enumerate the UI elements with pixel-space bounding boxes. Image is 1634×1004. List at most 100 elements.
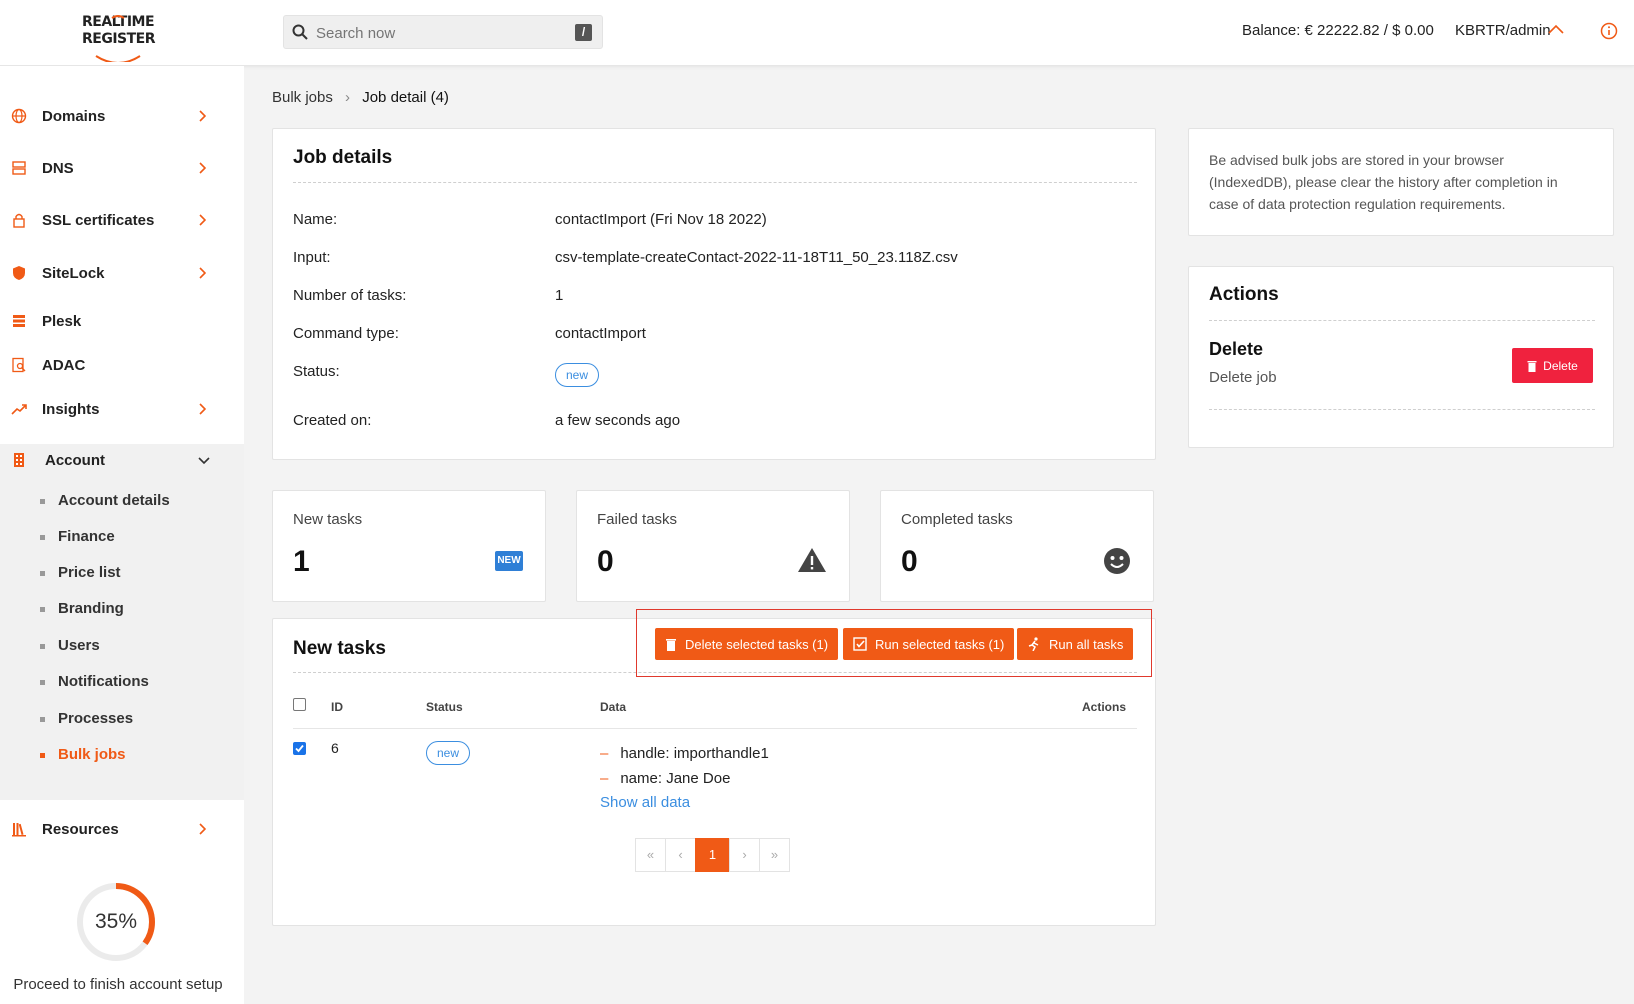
chevron-right-icon: [199, 403, 206, 415]
stat-card-failed-tasks: Failed tasks 0: [576, 490, 850, 602]
sidebar-item-label: Plesk: [42, 313, 82, 330]
run-all-tasks-button[interactable]: Run all tasks: [1017, 628, 1134, 660]
sidebar-subitem-label: Processes: [58, 710, 134, 727]
stat-value: 0: [901, 545, 918, 578]
bullet-icon: [40, 535, 45, 540]
sidebar-item-label: Resources: [42, 821, 119, 838]
run-selected-tasks-button[interactable]: Run selected tasks (1): [843, 628, 1015, 660]
sidebar-item-label: Domains: [42, 108, 106, 125]
bullet-icon: [40, 607, 45, 612]
sidebar-item-dns[interactable]: DNS: [0, 149, 244, 189]
storage-notice-card: Be advised bulk jobs are stored in your …: [1188, 128, 1614, 236]
detail-label: Command type:: [293, 325, 399, 342]
sidebar-item-domains[interactable]: Domains: [0, 97, 244, 137]
sidebar-item-sitelock[interactable]: SiteLock: [0, 254, 244, 294]
sidebar-item-label: SSL certificates: [42, 212, 155, 229]
check-icon: [295, 744, 304, 753]
account-balance: Balance: € 22222.82 / $ 0.00: [1242, 22, 1434, 39]
detail-label: Input:: [293, 249, 331, 266]
sidebar-subitem-label: Users: [58, 637, 100, 654]
setup-prompt[interactable]: Proceed to finish account setup: [0, 976, 236, 993]
trash-icon: [1527, 360, 1537, 372]
new-tasks-title: New tasks: [293, 638, 386, 659]
column-header-data[interactable]: Data: [600, 700, 626, 714]
sidebar-item-resources[interactable]: Resources: [0, 810, 244, 850]
pagination-last[interactable]: »: [759, 838, 790, 872]
chevron-right-icon: [199, 823, 206, 835]
progress-percent: 35%: [94, 910, 138, 933]
pagination-next[interactable]: ›: [729, 838, 760, 872]
chevron-right-icon: [199, 162, 206, 174]
delete-description: Delete job: [1209, 369, 1277, 386]
task-data-text: handle: importhandle1: [620, 745, 769, 762]
breadcrumb-current: Job detail (4): [362, 89, 449, 106]
pagination-prev[interactable]: ‹: [665, 838, 696, 872]
column-header-status[interactable]: Status: [426, 700, 463, 714]
sidebar-subitem-label: Finance: [58, 528, 115, 545]
pagination-page[interactable]: 1: [695, 838, 730, 872]
button-label: Run selected tasks (1): [875, 636, 1005, 652]
realtime-register-logo[interactable]: REALTIME REGISTER: [82, 14, 156, 62]
sidebar-subitem-label: Price list: [58, 564, 121, 581]
chevron-right-icon: [199, 214, 206, 226]
column-header-actions: Actions: [1082, 700, 1127, 714]
new-badge-icon: NEW: [495, 551, 523, 571]
search-box[interactable]: /: [283, 15, 603, 49]
task-data-text: name: Jane Doe: [620, 770, 731, 787]
sidebar: Domains DNS SSL certificates SiteLock Pl: [0, 66, 244, 1004]
bullet-icon: [40, 680, 45, 685]
bullet-icon: [40, 571, 45, 576]
delete-selected-tasks-button[interactable]: Delete selected tasks (1): [655, 628, 839, 660]
search-input[interactable]: [316, 22, 556, 44]
dash-icon: –: [600, 770, 609, 787]
sidebar-item-ssl-certificates[interactable]: SSL certificates: [0, 201, 244, 241]
sidebar-item-account[interactable]: Account: [0, 441, 244, 481]
books-icon: [12, 823, 26, 837]
sidebar-subitem-label: Branding: [58, 600, 124, 617]
pagination-first[interactable]: «: [635, 838, 666, 872]
breadcrumb: Bulk jobs › Job detail (4): [272, 89, 449, 106]
task-id: 6: [331, 740, 339, 756]
bullet-icon: [40, 499, 45, 504]
globe-icon: [11, 108, 27, 124]
sidebar-item-adac[interactable]: ADAC: [0, 346, 244, 386]
chevron-up-icon[interactable]: [1548, 24, 1564, 34]
stat-card-completed-tasks: Completed tasks 0: [880, 490, 1154, 602]
chevron-right-icon: [199, 267, 206, 279]
storage-notice-text: Be advised bulk jobs are stored in your …: [1209, 152, 1558, 212]
job-details-title: Job details: [293, 147, 393, 168]
user-menu[interactable]: KBRTR/admin: [1455, 22, 1551, 39]
select-all-checkbox[interactable]: [293, 698, 306, 711]
sidebar-subitem-label: Account details: [58, 492, 170, 509]
column-header-id[interactable]: ID: [331, 700, 343, 714]
detail-value: a few seconds ago: [555, 412, 681, 429]
setup-progress-ring[interactable]: 35%: [76, 882, 156, 962]
sidebar-item-insights[interactable]: Insights: [0, 390, 244, 430]
delete-job-button[interactable]: Delete: [1512, 348, 1593, 383]
server-icon: [12, 161, 26, 175]
task-data-line: – handle: importhandle1: [600, 745, 769, 762]
sidebar-item-label: ADAC: [42, 357, 86, 374]
info-icon[interactable]: [1600, 22, 1618, 40]
lock-icon: [13, 213, 25, 228]
search-shortcut-key: /: [575, 24, 592, 41]
task-data-line: – name: Jane Doe: [600, 770, 730, 787]
show-all-data-link[interactable]: Show all data: [600, 794, 690, 811]
sidebar-item-plesk[interactable]: Plesk: [0, 302, 244, 342]
stat-value: 0: [597, 545, 614, 578]
search-icon: [292, 24, 308, 40]
status-badge: new: [426, 741, 471, 765]
stat-label: Completed tasks: [901, 511, 1013, 528]
breadcrumb-bulk-jobs[interactable]: Bulk jobs: [272, 89, 333, 106]
detail-label: Number of tasks:: [293, 287, 407, 304]
stat-label: New tasks: [293, 511, 363, 528]
building-icon: [14, 453, 24, 467]
stack-icon: [13, 315, 25, 327]
button-label: Delete selected tasks (1): [685, 636, 829, 652]
sidebar-subitem-label: Bulk jobs: [58, 746, 126, 763]
delete-heading: Delete: [1209, 339, 1264, 359]
divider: [1209, 409, 1595, 410]
running-person-icon: [1028, 637, 1039, 651]
row-select-checkbox[interactable]: [293, 742, 306, 755]
button-label: Delete: [1543, 358, 1578, 373]
